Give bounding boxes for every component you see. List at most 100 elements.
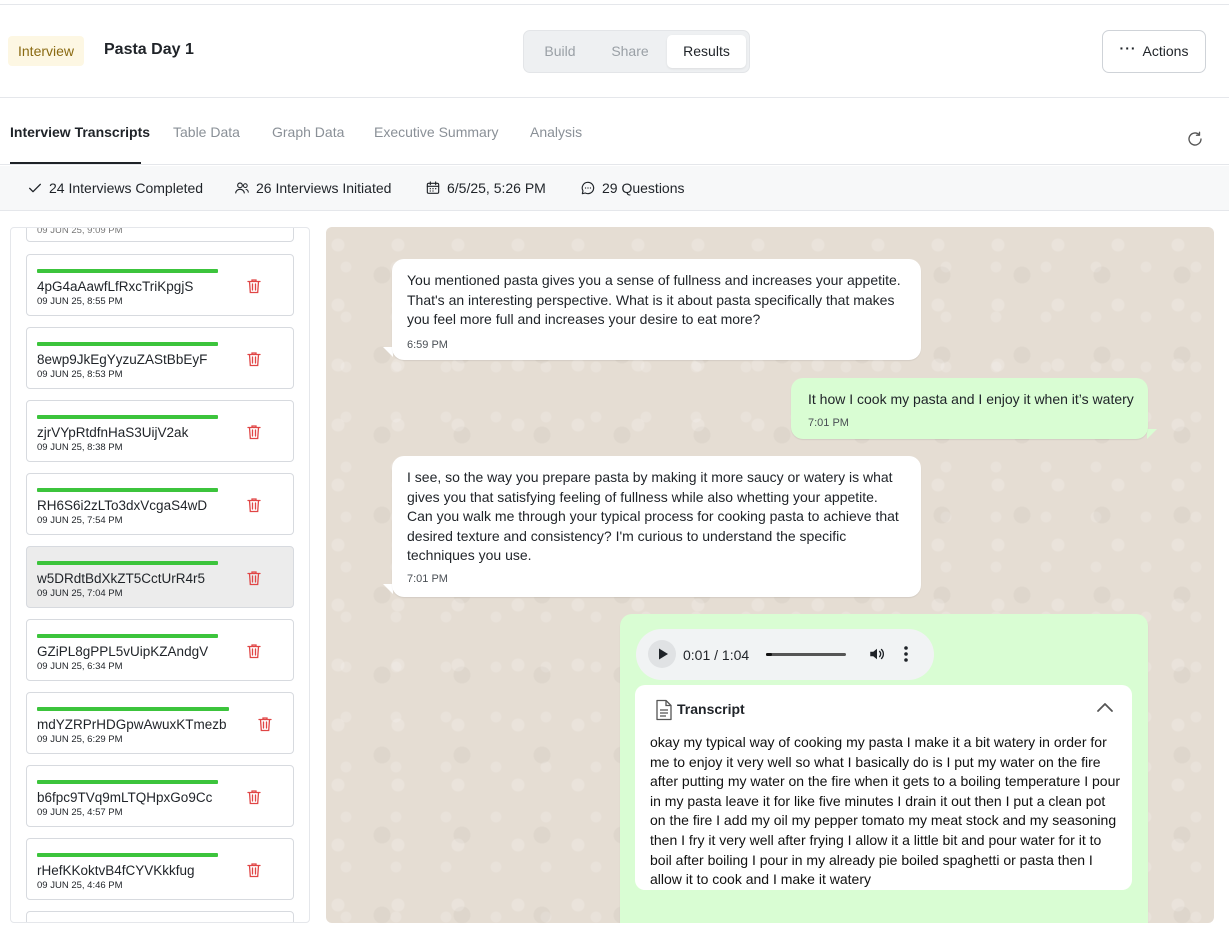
interview-time: 09 JUN 25, 6:29 PM [37,734,123,745]
transcript-box: Transcript okay my typical way of cookin… [635,685,1132,890]
stat-date-text: 6/5/25, 5:26 PM [447,180,546,196]
stat-completed: 24 Interviews Completed [27,180,203,196]
calendar-icon [426,181,440,194]
segment-build[interactable]: Build [528,35,592,68]
list-item[interactable]: rHefKKoktvB4fCYVKkkfug 09 JUN 25, 4:46 P… [26,838,294,900]
message-interviewer: You mentioned pasta gives you a sense of… [392,259,921,360]
trash-icon[interactable] [247,862,261,878]
progress-bar [37,780,218,784]
list-item[interactable]: GZiPL8gPPL5vUipKZAndgV 09 JUN 25, 6:34 P… [26,619,294,681]
bubble-tail [1147,429,1157,439]
message-time: 7:01 PM [407,573,448,585]
interview-list[interactable]: 09 JUN 25, 9:09 PM 4pG4aAawfLfRxcTriKpgj… [10,227,310,923]
results-tabs: Interview Transcripts Table Data Graph D… [0,98,1229,165]
interview-time: 09 JUN 25, 8:53 PM [37,369,123,380]
tab-analysis[interactable]: Analysis [530,124,582,140]
interview-id: 8ewp9JkEgYyzuZAStBbEyF [37,352,208,367]
tab-interview-transcripts[interactable]: Interview Transcripts [10,124,150,140]
interview-time: 09 JUN 25, 8:55 PM [37,296,123,307]
chevron-up-icon[interactable] [1096,701,1114,713]
progress-bar [37,488,218,492]
transcript-label: Transcript [677,701,745,718]
more-vertical-icon[interactable] [903,645,909,663]
list-item-partial-top[interactable]: 09 JUN 25, 9:09 PM [26,228,294,242]
message-text: I see, so the way you prepare pasta by m… [407,469,899,563]
users-icon [235,182,249,194]
transcript-text: okay my typical way of cooking my pasta … [650,734,1121,888]
tab-graph-data[interactable]: Graph Data [272,124,344,140]
stat-questions-text: 29 Questions [602,180,685,196]
list-item[interactable]: 8ewp9JkEgYyzuZAStBbEyF 09 JUN 25, 8:53 P… [26,327,294,389]
list-item[interactable]: RH6S6i2zLTo3dxVcgaS4wD 09 JUN 25, 7:54 P… [26,473,294,535]
stat-initiated-text: 26 Interviews Initiated [256,180,392,196]
list-item[interactable]: b6fpc9TVq9mLTQHpxGo9Cc 09 JUN 25, 4:57 P… [26,765,294,827]
list-item-partial-bottom[interactable] [26,911,294,922]
interview-time: 09 JUN 25, 8:38 PM [37,442,123,453]
actions-label: Actions [1142,43,1189,59]
refresh-icon[interactable] [1186,130,1204,148]
progress-bar [37,342,218,346]
play-icon [659,648,668,660]
interview-time: 09 JUN 25, 4:57 PM [37,807,123,818]
progress-bar [37,561,218,565]
trash-icon[interactable] [247,351,261,367]
message-text: You mentioned pasta gives you a sense of… [407,272,901,327]
progress-bar [37,269,218,273]
audio-seek-progress [766,653,772,656]
trash-icon[interactable] [247,424,261,440]
interview-id: RH6S6i2zLTo3dxVcgaS4wD [37,498,208,513]
trash-icon[interactable] [247,789,261,805]
trash-icon[interactable] [247,570,261,586]
list-item-selected[interactable]: w5DRdtBdXkZT5CctUrR4r5 09 JUN 25, 7:04 P… [26,546,294,608]
stat-date: 6/5/25, 5:26 PM [425,180,546,196]
mode-switcher: Build Share Results [523,30,750,73]
page-header: Interview Pasta Day 1 Build Share Result… [0,5,1229,98]
message-interviewer: I see, so the way you prepare pasta by m… [392,456,921,597]
tab-executive-summary[interactable]: Executive Summary [374,124,498,140]
stats-bar: 24 Interviews Completed 26 Interviews In… [0,166,1229,211]
stat-completed-text: 24 Interviews Completed [49,180,204,196]
list-item[interactable]: zjrVYpRtdfnHaS3UijV2ak 09 JUN 25, 8:38 P… [26,400,294,462]
type-badge: Interview [8,36,85,66]
chat-bubble-icon [581,181,595,195]
interview-id: GZiPL8gPPL5vUipKZAndgV [37,644,209,659]
interview-time: 09 JUN 25, 6:34 PM [37,661,123,672]
play-button[interactable] [648,640,676,668]
audio-player[interactable]: 0:01 / 1:04 [636,629,934,680]
document-icon [656,699,672,721]
segment-share[interactable]: Share [596,35,664,68]
trash-icon[interactable] [258,716,272,732]
message-respondent: It how I cook my pasta and I enjoy it wh… [791,378,1148,439]
trash-icon[interactable] [247,497,261,513]
interview-id: mdYZRPrHDGpwAwuxKTmezb [37,717,227,732]
stat-initiated: 26 Interviews Initiated [234,180,391,196]
interview-id: w5DRdtBdXkZT5CctUrR4r5 [37,571,206,586]
page-title: Pasta Day 1 [104,41,194,58]
trash-icon[interactable] [247,278,261,294]
stat-questions: 29 Questions [580,180,685,196]
interview-id: zjrVYpRtdfnHaS3UijV2ak [37,425,189,440]
list-item[interactable]: 4pG4aAawfLfRxcTriKpgjS 09 JUN 25, 8:55 P… [26,254,294,316]
actions-button[interactable]: ··· Actions [1102,30,1206,73]
list-item[interactable]: mdYZRPrHDGpwAwuxKTmezb 09 JUN 25, 6:29 P… [26,692,294,754]
more-horizontal-icon: ··· [1119,40,1137,56]
interview-id: 4pG4aAawfLfRxcTriKpgjS [37,279,194,294]
transcript-header[interactable]: Transcript [655,699,745,721]
progress-bar [37,415,218,419]
volume-icon[interactable] [868,645,886,663]
message-time: 6:59 PM [407,339,448,351]
progress-bar [37,853,218,857]
message-respondent-audio: 0:01 / 1:04 Transcript okay my typical w… [620,614,1148,923]
interview-id: rHefKKoktvB4fCYVKkkfug [37,863,195,878]
progress-bar [37,634,218,638]
message-time: 7:01 PM [808,417,849,429]
tab-table-data[interactable]: Table Data [173,124,240,140]
segment-results[interactable]: Results [667,35,746,68]
progress-bar [37,707,229,711]
message-text: It how I cook my pasta and I enjoy it wh… [808,391,1134,407]
transcript-chat[interactable]: You mentioned pasta gives you a sense of… [326,227,1214,923]
interview-time: 09 JUN 25, 4:46 PM [37,880,123,891]
active-tab-indicator [10,162,141,164]
trash-icon[interactable] [247,643,261,659]
audio-seek-slider[interactable] [766,653,846,656]
